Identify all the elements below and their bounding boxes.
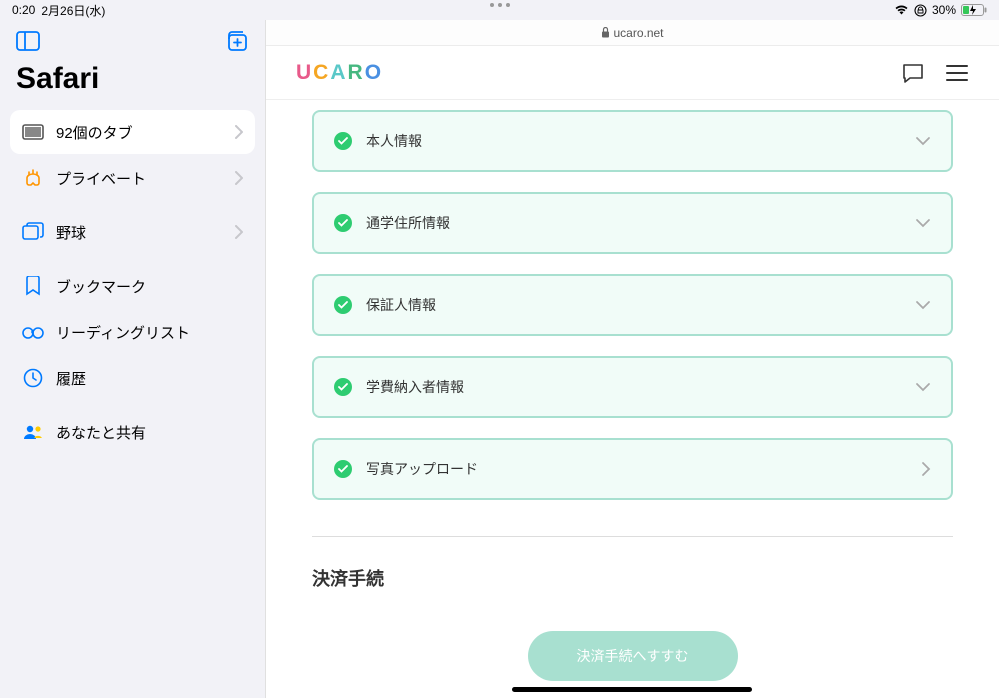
chevron-icon [915, 218, 931, 228]
sidebar-item-label: 野球 [56, 222, 235, 243]
sidebar-item-tabs[interactable]: 92個のタブ [10, 110, 255, 154]
accordion-label: 本人情報 [366, 131, 915, 151]
lock-icon [601, 27, 610, 38]
sidebar-item-shared[interactable]: あなたと共有 [10, 410, 255, 454]
sidebar-item-label: 92個のタブ [56, 122, 235, 143]
chevron-icon [921, 461, 931, 477]
ucaro-logo[interactable]: UCARO [296, 61, 383, 85]
status-bar: 0:20 2月26日(水) 30% [0, 0, 999, 20]
sidebar-item-bookmarks[interactable]: ブックマーク [10, 264, 255, 308]
section-title-payment: 決済手続 [312, 565, 953, 591]
tab-group-icon [22, 221, 44, 243]
proceed-button[interactable]: 決済手続へすすむ [528, 631, 738, 681]
battery-icon [961, 4, 987, 16]
tabs-icon [22, 121, 44, 143]
check-complete-icon [334, 460, 352, 478]
check-complete-icon [334, 296, 352, 314]
chevron-icon [915, 136, 931, 146]
accordion-label: 保証人情報 [366, 295, 915, 315]
history-icon [22, 367, 44, 389]
sidebar-item-label: 履歴 [56, 368, 243, 389]
chevron-right-icon [235, 171, 243, 185]
reading-list-icon [22, 321, 44, 343]
multitask-dots[interactable] [490, 3, 510, 7]
check-complete-icon [334, 214, 352, 232]
accordion-item-4[interactable]: 写真アップロード [312, 438, 953, 500]
wifi-icon [894, 5, 909, 16]
chevron-icon [915, 300, 931, 310]
accordion-item-2[interactable]: 保証人情報 [312, 274, 953, 336]
sidebar-item-history[interactable]: 履歴 [10, 356, 255, 400]
private-icon [22, 167, 44, 189]
sidebar-item-private[interactable]: プライベート [10, 156, 255, 200]
url-text: ucaro.net [613, 26, 663, 40]
shared-icon [22, 421, 44, 443]
chevron-right-icon [235, 225, 243, 239]
sidebar: Safari 92個のタブ プライベート 野球 ブックマーク リーディングリスト [0, 20, 265, 698]
page-header: UCARO [266, 46, 999, 100]
sidebar-item-label: あなたと共有 [56, 422, 243, 443]
sidebar-item-group-baseball[interactable]: 野球 [10, 210, 255, 254]
sidebar-item-reading-list[interactable]: リーディングリスト [10, 310, 255, 354]
divider [312, 536, 953, 537]
accordion-item-1[interactable]: 通学住所情報 [312, 192, 953, 254]
status-time: 0:20 [12, 3, 35, 17]
sidebar-item-label: ブックマーク [56, 276, 243, 297]
app-title: Safari [10, 62, 255, 110]
new-tab-icon[interactable] [225, 30, 249, 52]
sidebar-toggle-icon[interactable] [16, 31, 40, 51]
home-indicator[interactable] [265, 687, 999, 692]
battery-percent: 30% [932, 3, 956, 17]
content-area: ucaro.net UCARO 本人情報通学住所情報保証人情報学費納入者情報写真… [265, 20, 999, 698]
url-bar[interactable]: ucaro.net [266, 20, 999, 46]
accordion-item-3[interactable]: 学費納入者情報 [312, 356, 953, 418]
menu-icon[interactable] [945, 63, 969, 83]
bookmark-icon [22, 275, 44, 297]
sidebar-item-label: リーディングリスト [56, 322, 243, 343]
page-body[interactable]: 本人情報通学住所情報保証人情報学費納入者情報写真アップロード 決済手続 決済手続… [266, 100, 999, 698]
chevron-icon [915, 382, 931, 392]
accordion-label: 学費納入者情報 [366, 377, 915, 397]
accordion-label: 通学住所情報 [366, 213, 915, 233]
sidebar-item-label: プライベート [56, 168, 235, 189]
chevron-right-icon [235, 125, 243, 139]
check-complete-icon [334, 378, 352, 396]
chat-icon[interactable] [901, 61, 925, 85]
check-complete-icon [334, 132, 352, 150]
accordion-item-0[interactable]: 本人情報 [312, 110, 953, 172]
status-date: 2月26日(水) [41, 2, 105, 19]
accordion-label: 写真アップロード [366, 459, 921, 479]
rotation-lock-icon [914, 4, 927, 17]
